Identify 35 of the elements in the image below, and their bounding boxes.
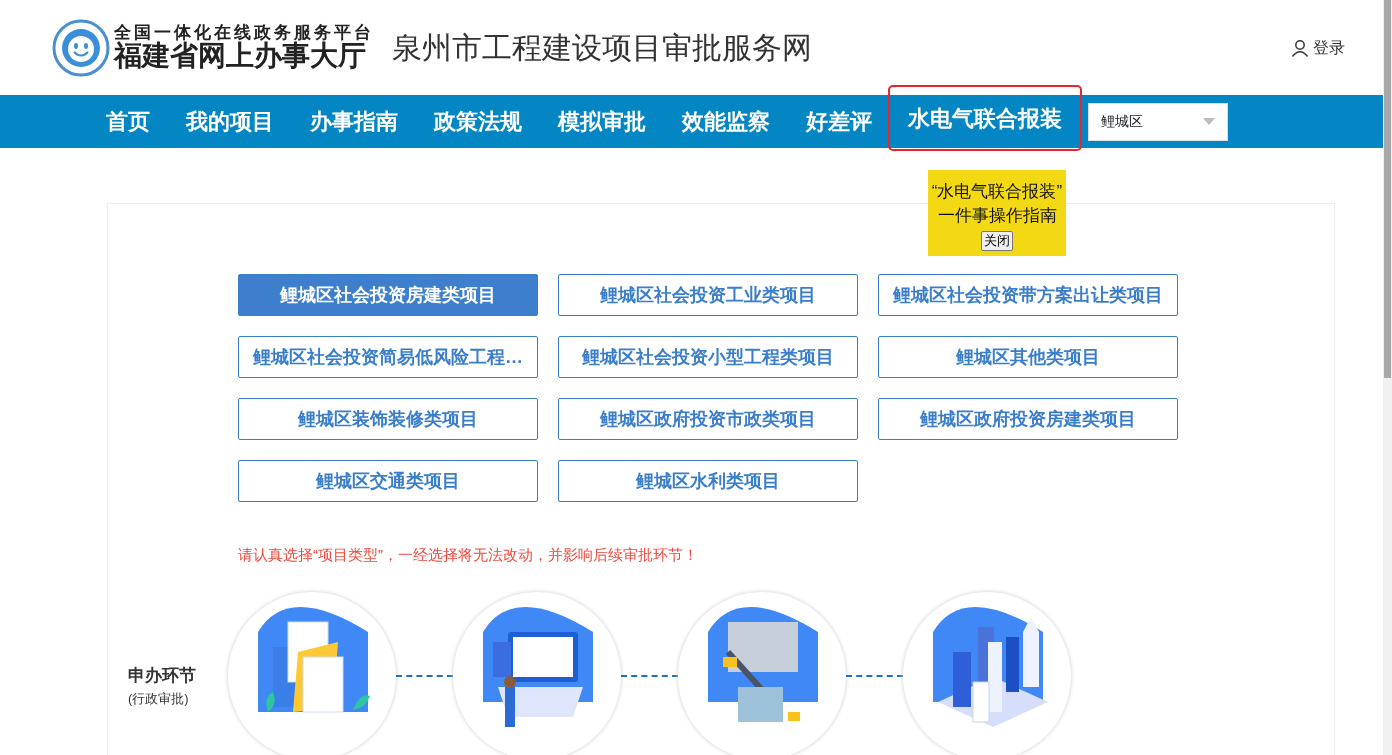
project-type-button[interactable]: 鲤城区社会投资房建类项目 <box>238 274 538 316</box>
logo-title: 福建省网上办事大厅 <box>114 41 366 71</box>
popup-text: 一件事操作指南 <box>936 205 1058 227</box>
caret-icon <box>1203 118 1215 125</box>
project-type-button[interactable]: 鲤城区社会投资工业类项目 <box>558 274 858 316</box>
popup-text: “水电气联合报装” <box>930 181 1064 203</box>
project-type-button[interactable]: 鲤城区水利类项目 <box>558 460 858 502</box>
user-icon <box>1291 38 1309 57</box>
nav-link[interactable]: 办事指南 <box>292 95 416 148</box>
project-type-button[interactable]: 鲤城区社会投资小型工程类项目 <box>558 336 858 378</box>
scrollbar[interactable] <box>1383 0 1392 755</box>
nav-link[interactable]: 我的项目 <box>168 95 292 148</box>
project-type-button[interactable]: 鲤城区交通类项目 <box>238 460 538 502</box>
nav-link[interactable]: 效能监察 <box>664 95 788 148</box>
project-type-button[interactable]: 鲤城区社会投资简易低风险工程… <box>238 336 538 378</box>
site-title: 泉州市工程建设项目审批服务网 <box>392 30 812 66</box>
logo-subtitle: 全国一体化在线政务服务平台 <box>114 24 374 42</box>
smiley-logo-icon <box>52 18 110 77</box>
project-type-button[interactable]: 鲤城区其他类项目 <box>878 336 1178 378</box>
project-type-button[interactable]: 鲤城区社会投资带方案出让类项目 <box>878 274 1178 316</box>
nav-link[interactable]: 政策法规 <box>416 95 540 148</box>
scrollbar-thumb[interactable] <box>1384 0 1391 378</box>
close-button[interactable]: 关闭 <box>981 231 1013 251</box>
process-sublabel: (行政审批) <box>128 689 190 708</box>
nav-link[interactable]: 水电气联合报装 <box>890 87 1080 149</box>
nav-link[interactable]: 首页 <box>88 95 168 148</box>
district-select[interactable]: 鲤城区 <box>1088 102 1228 141</box>
nav-link[interactable]: 好差评 <box>788 95 890 148</box>
login-link[interactable]: 登录 <box>1291 35 1345 60</box>
project-type-button[interactable]: 鲤城区装饰装修类项目 <box>238 398 538 440</box>
project-type-button[interactable]: 鲤城区政府投资房建类项目 <box>878 398 1178 440</box>
nav-link[interactable]: 模拟审批 <box>540 95 664 148</box>
warning-notice: 请认真选择“项目类型”，一经选择将无法改动，并影响后续审批环节！ <box>238 545 699 565</box>
project-type-button[interactable]: 鲤城区政府投资市政类项目 <box>558 398 858 440</box>
process-label: 申办环节 <box>128 665 197 687</box>
